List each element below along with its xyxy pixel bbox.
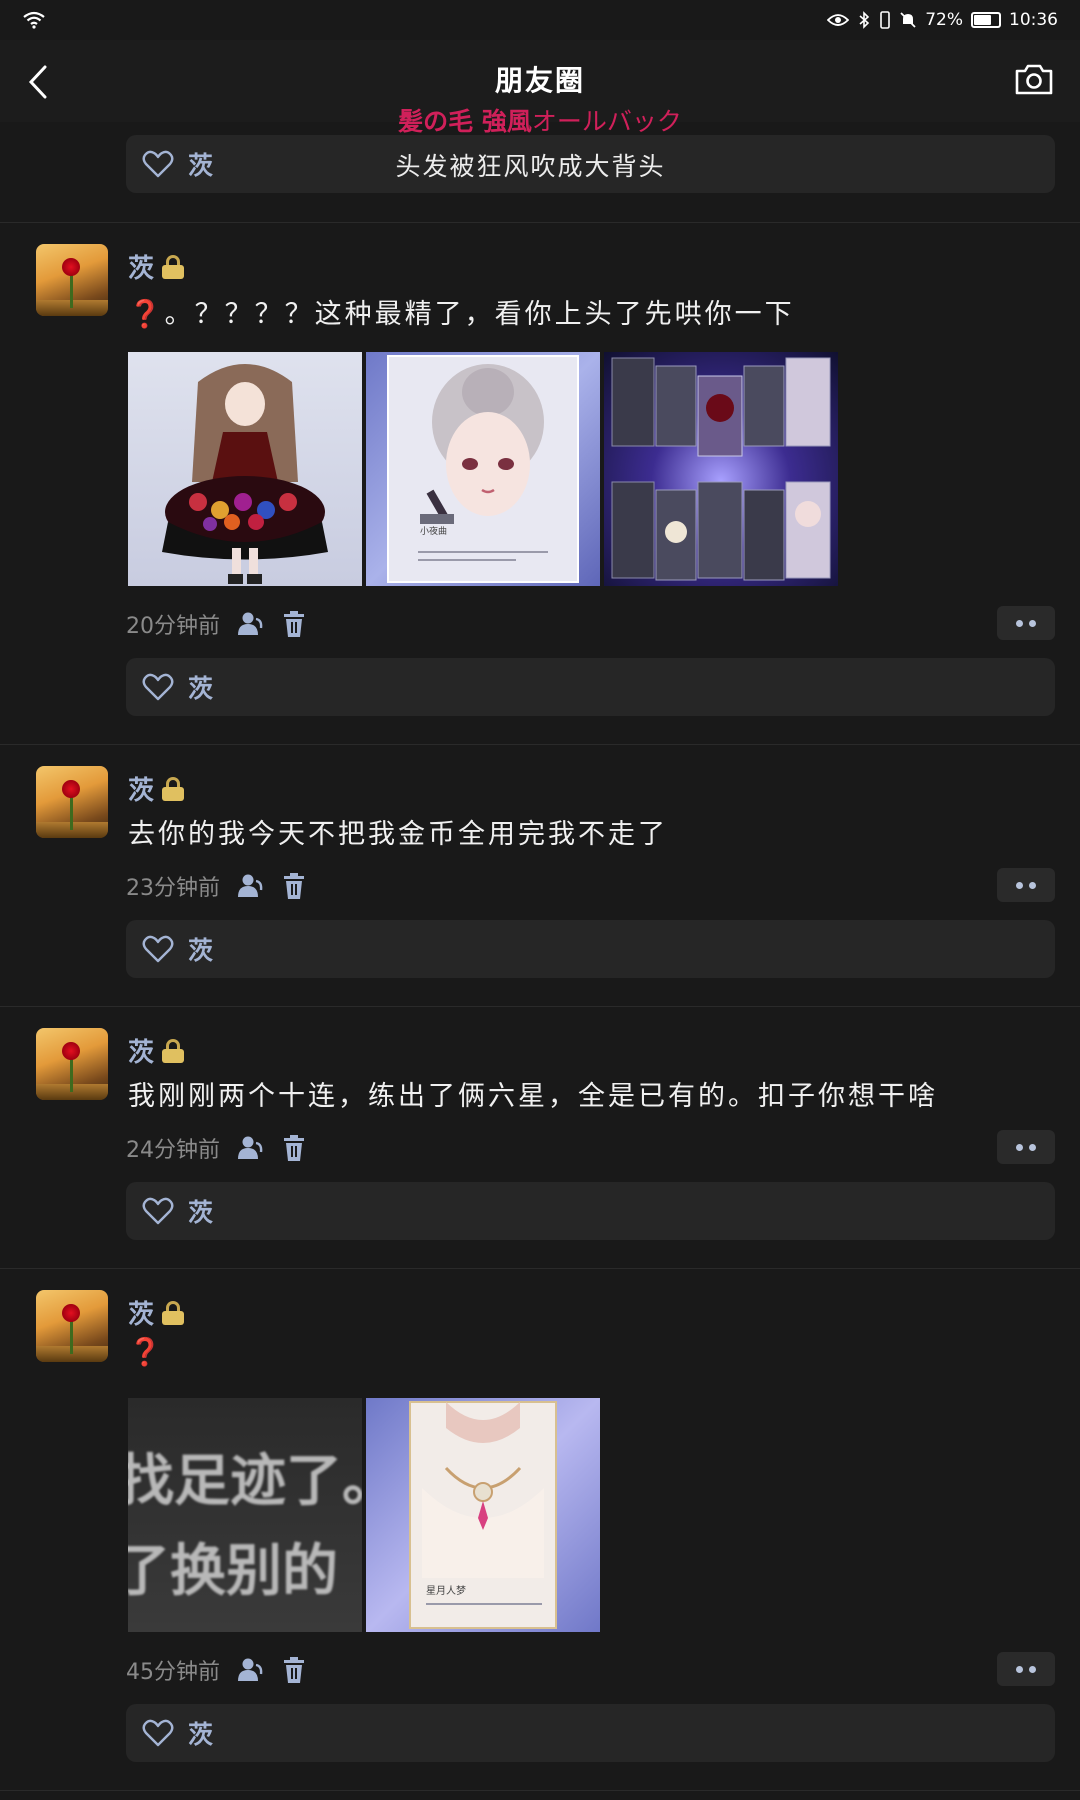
visibility-person-icon[interactable] — [236, 1134, 264, 1162]
trash-icon[interactable] — [280, 1134, 308, 1162]
heart-icon[interactable] — [142, 935, 174, 963]
lock-icon — [162, 776, 185, 801]
app-header: 朋友圈 髪の毛 強風オールバック — [0, 40, 1080, 136]
battery-icon — [971, 12, 1001, 28]
vibrate-icon — [880, 11, 891, 29]
username[interactable]: 茨 — [128, 1294, 154, 1331]
more-button[interactable] — [997, 1652, 1055, 1686]
gallery-illustration — [611, 357, 831, 581]
visibility-person-icon[interactable] — [236, 872, 264, 900]
post-meta: 24分钟前 — [126, 1132, 308, 1164]
post-header: 茨 — [128, 248, 185, 285]
post-time: 23分钟前 — [126, 876, 220, 901]
card-label: 星月人梦 — [426, 1586, 466, 1597]
status-icons: 72% 10:36 — [827, 10, 1058, 30]
more-button[interactable] — [997, 868, 1055, 902]
chevron-left-icon — [28, 65, 47, 99]
question-mark-icon: ❓ — [128, 1337, 165, 1368]
like-bar[interactable]: 茨 — [126, 658, 1055, 716]
avatar[interactable] — [36, 244, 108, 316]
avatar[interactable] — [36, 766, 108, 838]
divider — [0, 1006, 1080, 1007]
liker-name[interactable]: 茨 — [188, 931, 213, 967]
clock: 10:36 — [1009, 10, 1058, 30]
lock-icon — [162, 254, 185, 279]
post-meta: 20分钟前 — [126, 608, 308, 640]
subtitle-bold: 髪の毛 強風 — [398, 107, 532, 136]
post-text: 我刚刚两个十连，练出了俩六星，全是已有的。扣子你想干啥 — [128, 1081, 938, 1112]
doll-illustration — [162, 364, 328, 584]
post-time: 20分钟前 — [126, 614, 220, 639]
like-bar[interactable]: 茨 头发被狂风吹成大背头 — [126, 135, 1055, 193]
like-bar[interactable]: 茨 — [126, 920, 1055, 978]
like-bar[interactable]: 茨 — [126, 1182, 1055, 1240]
post-meta: 23分钟前 — [126, 870, 308, 902]
trash-icon[interactable] — [280, 610, 308, 638]
post-text: ❓ — [128, 1336, 165, 1368]
portrait-illustration — [387, 355, 579, 583]
post-text-content: 。？？？？这种最精了，看你上头了先哄你一下 — [164, 299, 795, 330]
camera-icon — [1015, 64, 1053, 95]
battery-percent: 72% — [925, 10, 963, 30]
page-title: 朋友圈 — [494, 64, 585, 97]
post-text: ❓。？？？？这种最精了，看你上头了先哄你一下 — [128, 292, 795, 331]
lock-icon — [162, 1300, 185, 1325]
camera-button[interactable] — [1014, 62, 1054, 98]
video-caption: 头发被狂风吹成大背头 — [395, 152, 666, 181]
more-button[interactable] — [997, 606, 1055, 640]
image-doll-dress[interactable] — [128, 352, 362, 586]
lock-icon — [162, 1038, 185, 1063]
liker-name[interactable]: 茨 — [188, 1193, 213, 1229]
status-bar: 72% 10:36 — [0, 0, 1080, 40]
avatar[interactable] — [36, 1028, 108, 1100]
more-button[interactable] — [997, 1130, 1055, 1164]
divider — [0, 744, 1080, 745]
username[interactable]: 茨 — [128, 248, 154, 285]
question-mark-icon: ❓ — [128, 299, 165, 330]
image-card-gallery[interactable] — [604, 352, 838, 586]
image-girl-portrait[interactable]: 小夜曲 — [366, 352, 600, 586]
card-label: 小夜曲 — [420, 527, 448, 537]
divider — [0, 1790, 1080, 1791]
image-necklace-card[interactable]: 星月人梦 — [366, 1398, 600, 1632]
heart-icon[interactable] — [142, 1719, 174, 1747]
liker-name[interactable]: 茨 — [188, 1715, 213, 1751]
heart-icon[interactable] — [142, 673, 174, 701]
post-header: 茨 — [128, 1294, 185, 1331]
subtitle-rest: オールバック — [531, 107, 682, 136]
screenshot-line: 了换别的 — [128, 1539, 338, 1604]
eye-icon — [827, 14, 850, 26]
bluetooth-icon — [859, 11, 870, 29]
back-button[interactable] — [18, 60, 58, 104]
mute-bell-icon — [900, 12, 916, 28]
image-text-screenshot[interactable]: 找足迹了。 了换别的 — [128, 1398, 362, 1632]
post-text: 去你的我今天不把我金币全用完我不走了 — [128, 819, 668, 850]
trash-icon[interactable] — [280, 872, 308, 900]
post-time: 24分钟前 — [126, 1138, 220, 1163]
post-meta: 45分钟前 — [126, 1654, 308, 1686]
visibility-person-icon[interactable] — [236, 610, 264, 638]
divider — [0, 222, 1080, 223]
like-bar[interactable]: 茨 — [126, 1704, 1055, 1762]
trash-icon[interactable] — [280, 1656, 308, 1684]
username[interactable]: 茨 — [128, 770, 154, 807]
username[interactable]: 茨 — [128, 1032, 154, 1069]
visibility-person-icon[interactable] — [236, 1656, 264, 1684]
wifi-icon — [23, 11, 45, 29]
necklace-illustration — [409, 1401, 557, 1629]
post-header: 茨 — [128, 770, 185, 807]
divider — [0, 1268, 1080, 1269]
post-time: 45分钟前 — [126, 1660, 220, 1685]
liker-name[interactable]: 茨 — [188, 669, 213, 705]
heart-icon[interactable] — [142, 1197, 174, 1225]
avatar[interactable] — [36, 1290, 108, 1362]
video-subtitle: 髪の毛 強風オールバック — [0, 102, 1080, 138]
post-header: 茨 — [128, 1032, 185, 1069]
screenshot-line: 找足迹了。 — [128, 1449, 362, 1514]
